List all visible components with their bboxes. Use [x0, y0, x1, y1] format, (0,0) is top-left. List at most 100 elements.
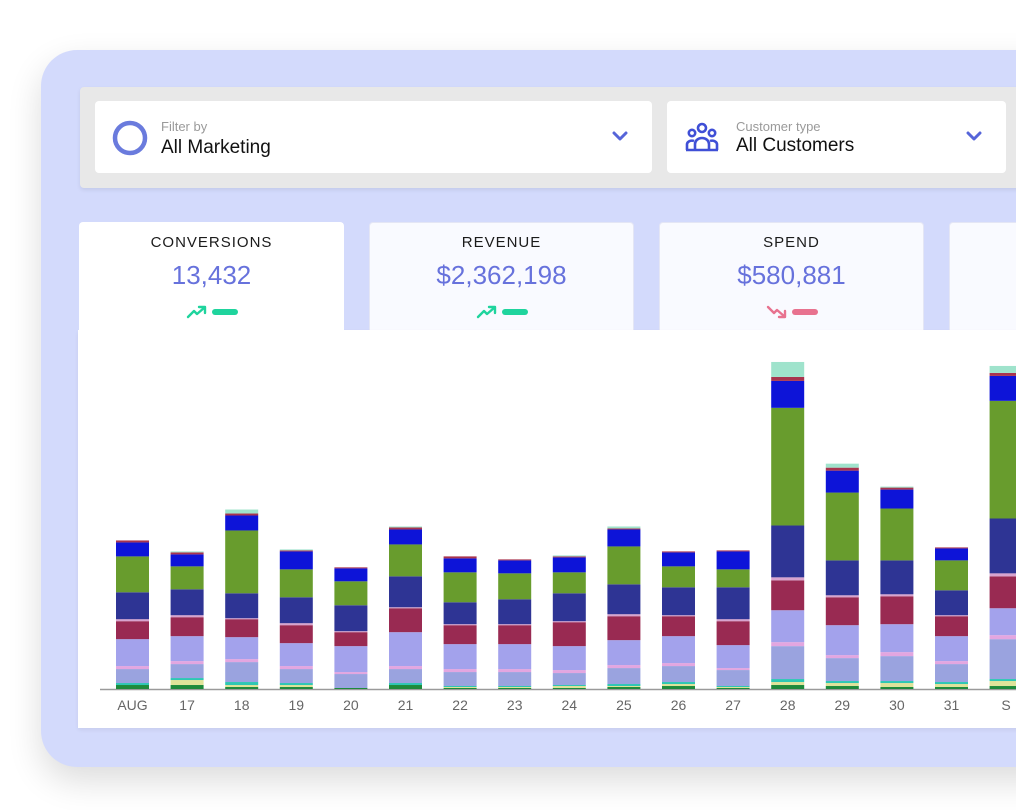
bar-segment-s4[interactable]	[825, 658, 859, 682]
bar-segment-s6[interactable]	[662, 636, 695, 664]
bar-segment-s8[interactable]	[552, 621, 586, 623]
bar-segment-s3[interactable]	[825, 681, 859, 684]
chevron-down-icon[interactable]	[966, 130, 982, 142]
bar-segment-s12[interactable]	[989, 372, 1016, 376]
bar-stack[interactable]	[389, 526, 422, 689]
bar-segment-s11[interactable]	[989, 375, 1016, 401]
bar-segment-s8[interactable]	[225, 618, 259, 620]
bar-segment-s5[interactable]	[607, 665, 641, 669]
bar-segment-s2[interactable]	[225, 685, 259, 688]
bar-segment-s12[interactable]	[170, 552, 204, 555]
bar-segment-s12[interactable]	[389, 527, 422, 530]
bar-segment-s8[interactable]	[662, 615, 695, 617]
bar-segment-s5[interactable]	[443, 669, 477, 673]
bar-segment-s13[interactable]	[279, 549, 313, 551]
bar-segment-s1[interactable]	[825, 686, 859, 689]
bar-segment-s6[interactable]	[170, 636, 204, 662]
bar-segment-s2[interactable]	[498, 687, 532, 689]
bar-stack[interactable]	[935, 547, 968, 689]
bar-segment-s10[interactable]	[880, 508, 914, 561]
bar-stack[interactable]	[662, 551, 695, 689]
bar-segment-s9[interactable]	[279, 597, 313, 624]
bar-segment-s2[interactable]	[279, 685, 313, 688]
bar-stack[interactable]	[880, 486, 914, 689]
bar-segment-s3[interactable]	[716, 686, 750, 688]
bar-segment-s6[interactable]	[607, 640, 641, 666]
bar-segment-s5[interactable]	[170, 661, 204, 665]
bar-segment-s6[interactable]	[116, 639, 149, 667]
bar-segment-s6[interactable]	[989, 608, 1016, 636]
bar-segment-s2[interactable]	[552, 686, 586, 689]
bar-segment-s4[interactable]	[334, 674, 368, 689]
bar-segment-s11[interactable]	[498, 560, 532, 574]
bar-segment-s4[interactable]	[989, 639, 1016, 680]
bar-segment-s7[interactable]	[825, 597, 859, 626]
bar-segment-s9[interactable]	[989, 518, 1016, 574]
bar-segment-s5[interactable]	[716, 668, 750, 671]
tab-spend[interactable]: SPEND $580,881	[659, 222, 924, 332]
bar-segment-s1[interactable]	[662, 686, 695, 689]
bar-segment-s10[interactable]	[225, 530, 259, 594]
bar-segment-s10[interactable]	[716, 569, 750, 588]
bar-segment-s10[interactable]	[498, 573, 532, 600]
bar-segment-s8[interactable]	[825, 595, 859, 598]
bar-segment-s1[interactable]	[880, 687, 914, 689]
bar-segment-s11[interactable]	[116, 542, 149, 557]
bar-segment-s5[interactable]	[225, 659, 259, 663]
bar-segment-s1[interactable]	[771, 685, 805, 689]
bar-segment-s3[interactable]	[443, 686, 477, 688]
bar-segment-s7[interactable]	[771, 580, 805, 611]
bar-stack[interactable]	[334, 567, 368, 689]
bar-stack[interactable]	[225, 509, 259, 689]
bar-segment-s10[interactable]	[662, 566, 695, 588]
bar-segment-s11[interactable]	[935, 548, 968, 561]
bar-segment-s12[interactable]	[771, 376, 805, 381]
bar-segment-s12[interactable]	[279, 550, 313, 552]
bar-stack[interactable]	[989, 365, 1016, 689]
bar-segment-s13[interactable]	[225, 509, 259, 514]
bar-segment-s1[interactable]	[607, 687, 641, 689]
bar-segment-s9[interactable]	[935, 590, 968, 616]
bar-segment-s4[interactable]	[552, 673, 586, 686]
bar-segment-s8[interactable]	[771, 577, 805, 581]
bar-segment-s9[interactable]	[880, 560, 914, 595]
bar-segment-s10[interactable]	[279, 569, 313, 598]
bar-segment-s12[interactable]	[116, 540, 149, 543]
bar-segment-s1[interactable]	[389, 685, 422, 689]
bar-segment-s4[interactable]	[771, 646, 805, 680]
bar-segment-s2[interactable]	[607, 686, 641, 688]
bar-segment-s1[interactable]	[116, 685, 149, 689]
bar-segment-s5[interactable]	[334, 672, 368, 675]
bar-segment-s3[interactable]	[935, 682, 968, 685]
bar-segment-s3[interactable]	[989, 679, 1016, 682]
bar-segment-s12[interactable]	[825, 467, 859, 471]
bar-segment-s3[interactable]	[498, 686, 532, 688]
bar-segment-s8[interactable]	[935, 615, 968, 617]
bar-segment-s1[interactable]	[334, 688, 368, 689]
bar-segment-s8[interactable]	[443, 624, 477, 626]
bar-segment-s4[interactable]	[170, 664, 204, 679]
bar-segment-s6[interactable]	[389, 632, 422, 667]
bar-segment-s1[interactable]	[935, 687, 968, 689]
tab-conversions[interactable]: CONVERSIONS 13,432	[79, 222, 344, 334]
bar-segment-s12[interactable]	[552, 556, 586, 558]
bar-segment-s10[interactable]	[552, 572, 586, 594]
bar-segment-s11[interactable]	[279, 551, 313, 570]
bar-segment-s5[interactable]	[989, 635, 1016, 640]
bar-segment-s4[interactable]	[116, 669, 149, 684]
bar-segment-s3[interactable]	[662, 682, 695, 685]
bar-segment-s4[interactable]	[662, 666, 695, 683]
bar-segment-s1[interactable]	[225, 687, 259, 689]
bar-segment-s4[interactable]	[607, 668, 641, 685]
bar-segment-s12[interactable]	[334, 567, 368, 569]
bar-segment-s8[interactable]	[170, 615, 204, 618]
bar-segment-s9[interactable]	[662, 587, 695, 616]
bar-segment-s9[interactable]	[607, 584, 641, 615]
bar-segment-s11[interactable]	[225, 515, 259, 531]
customer-type-dropdown[interactable]: Customer type All Customers	[667, 101, 1006, 173]
bar-segment-s6[interactable]	[716, 645, 750, 669]
bar-segment-s13[interactable]	[170, 551, 204, 553]
bar-segment-s10[interactable]	[443, 572, 477, 603]
bar-segment-s10[interactable]	[389, 544, 422, 577]
bar-segment-s9[interactable]	[552, 593, 586, 622]
